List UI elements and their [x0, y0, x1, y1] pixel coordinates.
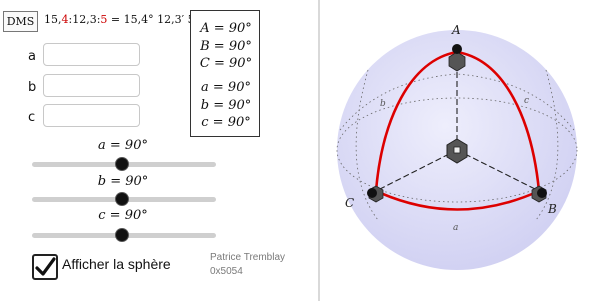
dms-formula-first: 4: [61, 13, 69, 26]
dms-formula-suffix: = 15,4° 12,3′ 5″: [107, 13, 199, 26]
sphere-view: A B C a b c: [320, 0, 605, 301]
edge-b-label: b: [380, 99, 386, 109]
slider-a-track[interactable]: [32, 157, 216, 171]
slider-a-caption: a = 90°: [98, 138, 148, 153]
applet-code: 0x5054: [210, 266, 243, 277]
input-b[interactable]: [43, 74, 140, 97]
result-side-b: b = 90°: [200, 98, 252, 113]
checkmark-icon: [35, 257, 56, 276]
edge-a-label: a: [453, 223, 458, 233]
result-angle-B: B = 90°: [200, 39, 252, 54]
vertex-B-point[interactable]: [537, 188, 547, 198]
result-side-c: c = 90°: [201, 115, 251, 130]
field-label-c: c: [28, 110, 36, 125]
slider-c-track[interactable]: [32, 228, 216, 242]
slider-b-handle[interactable]: [115, 192, 130, 206]
slider-c-caption: c = 90°: [98, 208, 148, 223]
vertex-C-point[interactable]: [367, 188, 377, 198]
control-panel: DMS 15,4:12,3:5 = 15,4° 12,3′ 5″ a b c A…: [0, 0, 318, 301]
input-a[interactable]: [43, 43, 140, 66]
results-box: A = 90° B = 90° C = 90° a = 90° b = 90° …: [190, 10, 260, 137]
result-angle-A: A = 90°: [200, 21, 252, 36]
result-side-a: a = 90°: [201, 80, 251, 95]
sphere-canvas[interactable]: A B C a b c: [320, 0, 605, 301]
author-name: Patrice Tremblay: [210, 252, 286, 263]
slider-a-handle[interactable]: [115, 157, 130, 171]
field-label-a: a: [28, 49, 36, 64]
slider-c-handle[interactable]: [115, 228, 130, 242]
center-square-icon: [453, 146, 461, 154]
dms-button[interactable]: DMS: [3, 11, 38, 32]
show-sphere-label: Afficher la sphère: [62, 256, 171, 272]
dms-formula-mid: :12,3:: [68, 13, 101, 26]
input-c[interactable]: [43, 104, 140, 127]
show-sphere-checkbox[interactable]: [32, 254, 58, 280]
slider-b-track[interactable]: [32, 192, 216, 206]
field-label-b: b: [28, 80, 37, 95]
vertex-A-label: A: [451, 23, 461, 37]
vertex-C-label: C: [345, 196, 354, 210]
edge-c-label: c: [524, 96, 529, 106]
slider-b-caption: b = 90°: [97, 174, 149, 189]
vertex-A-point[interactable]: [452, 44, 462, 54]
vertex-B-label: B: [547, 202, 557, 216]
result-angle-C: C = 90°: [199, 56, 253, 71]
dms-formula: 15,4:12,3:5 = 15,4° 12,3′ 5″: [44, 13, 199, 26]
dms-formula-prefix: 15,: [44, 13, 62, 26]
